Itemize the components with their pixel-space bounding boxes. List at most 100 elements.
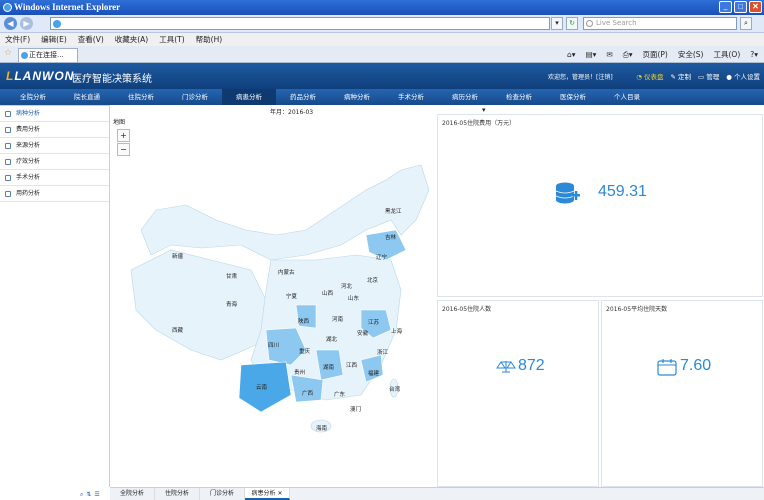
sidebar: 病种分析 费用分析 来源分析 疗效分析 手术分析 用药分析 [0,105,110,487]
browser-tab[interactable]: 正在连接... [18,48,78,62]
province-label: 山西 [322,291,334,297]
province-label: 云南 [256,385,268,391]
bottom-tab[interactable]: 住院分析 [155,488,200,500]
manage-link[interactable]: ▭ 管理 [698,71,719,81]
safety-menu[interactable]: 安全(S) [678,48,704,61]
user-info[interactable]: 欢迎您，管理员！[注销] [548,72,613,81]
china-map[interactable] [111,150,436,440]
bottom-tab-active[interactable]: 病患分析 ✕ [245,488,290,500]
month-dropdown-icon[interactable]: ▾ [482,106,486,114]
back-icon[interactable]: ◀ [4,17,17,30]
province-label: 辽宁 [376,255,388,261]
sort-icon[interactable]: ⇅ [86,491,91,499]
personal-settings-link[interactable]: ● 个人设置 [726,71,760,81]
province-label: 四川 [268,343,280,349]
tools-menu[interactable]: 工具(O) [713,48,740,61]
menu-tools[interactable]: 工具(T) [159,33,184,46]
cost-panel: 2016-05住院费用（万元） 459.31 [437,114,763,297]
zoom-in-button[interactable]: + [117,129,130,142]
menu-edit[interactable]: 编辑(E) [41,33,67,46]
province-label: 河北 [341,284,353,290]
close-window-button[interactable]: ✕ [749,1,762,13]
refresh-icon[interactable]: ↻ [566,17,578,30]
browser-title: Windows Internet Explorer [14,2,121,12]
province-label: 陕西 [298,319,310,325]
map-west-region[interactable] [130,249,272,361]
page-icon [53,20,61,28]
province-label: 黑龙江 [385,209,402,215]
print-icon[interactable]: ⎙▾ [623,48,633,61]
map-label: 地图 [113,119,126,126]
province-label: 湖北 [326,337,338,343]
favorites-star-icon[interactable]: ☆ [4,48,12,58]
scale-icon [496,361,516,373]
province-label: 江西 [346,363,358,369]
nav-item[interactable]: 个人目录 [600,89,654,105]
cost-title: 2016-05住院费用（万元） [442,120,516,127]
nav-item[interactable]: 手术分析 [384,89,438,105]
province-label: 广东 [334,392,346,398]
tree-icon[interactable]: ☰ [94,491,99,499]
search-icon[interactable]: ⌕ [80,491,83,499]
nav-item[interactable]: 全院分析 [6,89,60,105]
page-menu[interactable]: 页面(P) [642,48,667,61]
browser-title-bar: Windows Internet Explorer _ □ ✕ [0,0,764,15]
menu-file[interactable]: 文件(F) [5,33,30,46]
bottom-tab[interactable]: 门诊分析 [200,488,245,500]
menu-favorites[interactable]: 收藏夹(A) [115,33,148,46]
database-plus-icon [555,182,580,204]
nav-item[interactable]: 院长直通 [60,89,114,105]
province-label: 山东 [348,296,360,302]
menu-bar: 文件(F) 编辑(E) 查看(V) 收藏夹(A) 工具(T) 帮助(H) [0,33,764,46]
avg-days-value: 7.60 [680,357,712,374]
dashboard-link[interactable]: ◔ 仪表盘 [636,71,663,81]
home-icon[interactable]: ⌂▾ [567,48,576,61]
nav-item[interactable]: 医保分析 [546,89,600,105]
browser-tab-bar: ☆ 正在连接... ⌂▾ ▤▾ ✉ ⎙▾ 页面(P) 安全(S) 工具(O) ?… [0,46,764,63]
address-input[interactable] [50,17,550,30]
province-label: 重庆 [299,349,311,355]
cost-value: 459.31 [598,183,647,200]
minimize-button[interactable]: _ [719,1,732,13]
nav-item[interactable]: 门诊分析 [168,89,222,105]
menu-view[interactable]: 查看(V) [78,33,104,46]
province-label: 吉林 [385,235,397,241]
nav-item[interactable]: 病历分析 [438,89,492,105]
address-dropdown-icon[interactable]: ▾ [551,17,563,30]
province-label: 澳门 [350,407,362,413]
feeds-icon[interactable]: ▤▾ [586,48,597,61]
avg-days-title: 2016-05平均住院天数 [606,306,668,313]
province-label: 北京 [367,278,379,284]
month-filter[interactable]: 年月：2016-03 [270,107,313,116]
maximize-button[interactable]: □ [734,1,747,13]
sidebar-item[interactable]: 疗效分析 [0,154,109,170]
nav-item[interactable]: 病种分析 [330,89,384,105]
folder-icon [5,111,11,117]
app-header: LLANWON 医疗智能决策系统 欢迎您，管理员！[注销] ◔ 仪表盘 ✎ 定制… [0,63,764,89]
nav-item[interactable]: 药品分析 [276,89,330,105]
menu-help[interactable]: 帮助(H) [196,33,223,46]
mail-icon[interactable]: ✉ [606,48,612,61]
province-label: 福建 [368,371,380,377]
nav-item[interactable]: 检查分析 [492,89,546,105]
sidebar-item[interactable]: 手术分析 [0,170,109,186]
bottom-tab[interactable]: 全院分析 [110,488,155,500]
help-icon[interactable]: ?▾ [750,48,758,61]
patients-value: 872 [518,357,545,374]
search-input[interactable]: Live Search [583,17,737,30]
folder-icon [5,143,11,149]
loading-icon [21,52,28,59]
sidebar-item[interactable]: 费用分析 [0,122,109,138]
search-go-icon[interactable]: ⌕ [740,17,752,30]
sidebar-item[interactable]: 用药分析 [0,186,109,202]
folder-icon [5,159,11,165]
province-label: 甘肃 [226,274,238,280]
sidebar-item[interactable]: 来源分析 [0,138,109,154]
customize-link[interactable]: ✎ 定制 [671,71,692,81]
province-label: 内蒙古 [278,270,295,276]
forward-icon[interactable]: ▶ [20,17,33,30]
nav-item-active[interactable]: 病患分析 [222,89,276,105]
province-label: 河南 [332,317,344,323]
sidebar-item[interactable]: 病种分析 [0,106,109,122]
nav-item[interactable]: 住院分析 [114,89,168,105]
